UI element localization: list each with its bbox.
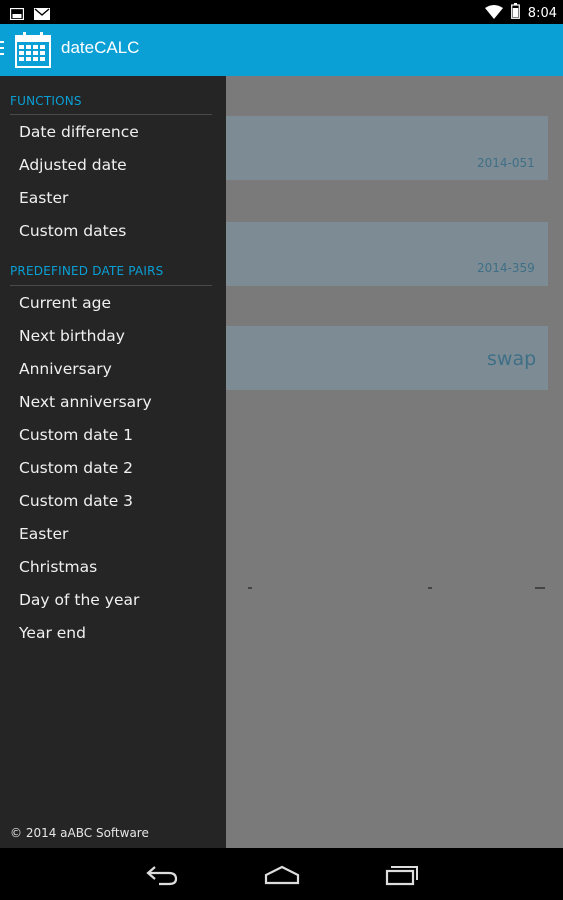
- divider: [428, 587, 432, 589]
- date-card-2: [226, 222, 548, 286]
- drawer-indicator-icon[interactable]: [0, 41, 6, 59]
- section-divider: [10, 114, 212, 115]
- menu-item-adjusted-date[interactable]: Adjusted date: [19, 156, 127, 174]
- menu-item-day-of-year[interactable]: Day of the year: [19, 591, 139, 609]
- battery-icon: [510, 3, 520, 23]
- menu-item-year-end[interactable]: Year end: [19, 624, 86, 642]
- action-bar: dateCALC: [0, 24, 563, 76]
- section-header-predefined: PREDEFINED DATE PAIRS: [10, 264, 164, 278]
- divider: [248, 587, 252, 589]
- date-card-2-code: 2014-359: [477, 261, 535, 275]
- swap-button[interactable]: swap: [487, 348, 536, 370]
- calendar-icon[interactable]: [14, 31, 52, 69]
- menu-item-next-birthday[interactable]: Next birthday: [19, 327, 125, 345]
- menu-item-next-anniversary[interactable]: Next anniversary: [19, 393, 152, 411]
- menu-item-christmas[interactable]: Christmas: [19, 558, 97, 576]
- menu-item-custom-date-1[interactable]: Custom date 1: [19, 426, 133, 444]
- menu-item-easter-pair[interactable]: Easter: [19, 525, 68, 543]
- menu-item-custom-date-3[interactable]: Custom date 3: [19, 492, 133, 510]
- menu-item-custom-date-2[interactable]: Custom date 2: [19, 459, 133, 477]
- section-header-functions: FUNCTIONS: [10, 94, 82, 108]
- divider: [535, 587, 545, 589]
- recents-icon[interactable]: [385, 864, 419, 890]
- status-clock: 8:04: [527, 5, 557, 21]
- system-nav-bar: [0, 848, 563, 900]
- wifi-icon: [484, 4, 503, 23]
- date-card-1: [226, 116, 548, 180]
- gallery-notification-icon: [9, 5, 25, 24]
- navigation-drawer: FUNCTIONS Date difference Adjusted date …: [0, 76, 226, 848]
- status-bar: 8:04: [0, 0, 563, 24]
- back-icon[interactable]: [145, 864, 179, 890]
- menu-item-custom-dates[interactable]: Custom dates: [19, 222, 126, 240]
- gmail-notification-icon: [34, 5, 50, 24]
- home-icon[interactable]: [264, 864, 300, 890]
- section-divider: [10, 285, 212, 286]
- menu-item-easter-function[interactable]: Easter: [19, 189, 68, 207]
- app-title: dateCALC: [61, 38, 140, 57]
- copyright-text: © 2014 aABC Software: [10, 826, 149, 840]
- menu-item-current-age[interactable]: Current age: [19, 294, 111, 312]
- menu-item-anniversary[interactable]: Anniversary: [19, 360, 112, 378]
- menu-item-date-difference[interactable]: Date difference: [19, 123, 139, 141]
- date-card-1-code: 2014-051: [477, 156, 535, 170]
